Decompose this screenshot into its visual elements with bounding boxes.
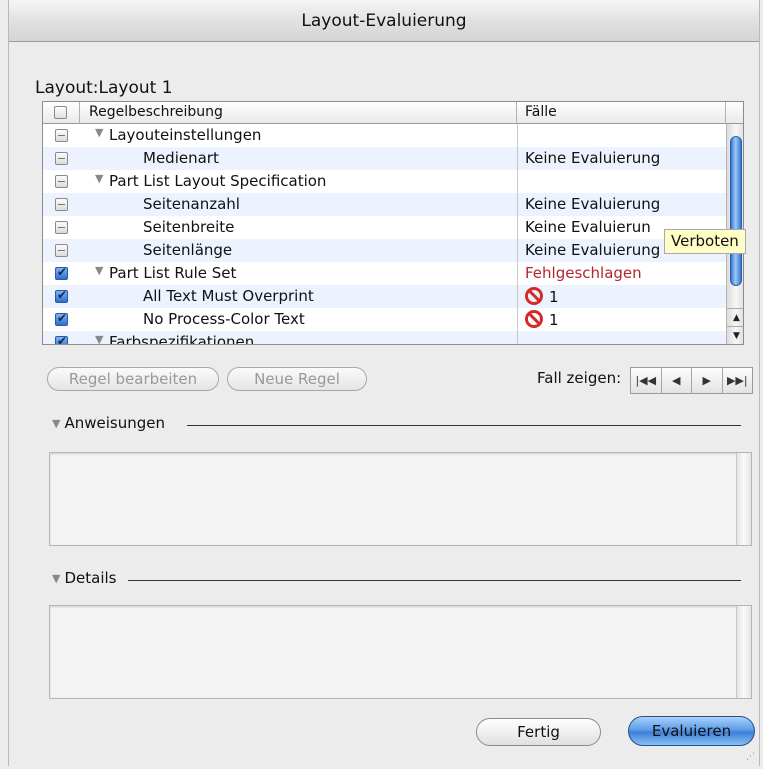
case-count: Keine Evaluierung <box>525 241 660 259</box>
case-count-value: Keine Evaluierung <box>525 241 661 259</box>
layout-evaluation-window: Layout-Evaluierung Layout:Layout 1 Regel… <box>8 0 760 766</box>
disclosure-triangle-icon[interactable]: ▼ <box>95 264 103 277</box>
disclosure-triangle-icon[interactable]: ▼ <box>95 126 103 139</box>
instructions-divider <box>187 425 741 426</box>
rule-description: Seitenbreite <box>143 218 235 236</box>
rule-description: All Text Must Overprint <box>143 287 314 305</box>
rule-description: Part List Rule Set <box>109 264 237 282</box>
first-icon[interactable]: |◀◀ <box>631 368 662 393</box>
header-description[interactable]: Regelbeschreibung <box>80 102 517 124</box>
resize-grip-icon[interactable]: ⋰ <box>746 752 755 762</box>
table-row[interactable]: ▼ Part List Rule Set Fehlgeschlagen <box>43 262 726 285</box>
disclosure-triangle-icon[interactable]: ▼ <box>52 417 60 430</box>
select-all-checkbox[interactable] <box>54 106 67 119</box>
case-count-value: Keine Evaluierung <box>525 195 661 213</box>
prohibited-icon <box>525 310 543 328</box>
instructions-heading: Anweisungen <box>64 414 165 432</box>
table-row[interactable]: ▼ Layouteinstellungen <box>43 124 726 147</box>
case-count: Keine Evaluierun <box>525 218 651 236</box>
scroll-up-arrow-icon[interactable]: ▲ <box>727 308 743 326</box>
case-count: Keine Evaluierung <box>525 195 660 213</box>
window-title: Layout-Evaluierung <box>301 10 467 31</box>
table-row[interactable]: All Text Must Overprint 1 <box>43 285 726 308</box>
table-row[interactable]: Seitenbreite Keine Evaluierun <box>43 216 726 239</box>
done-button[interactable]: Fertig <box>476 718 601 746</box>
rule-description: Medienart <box>143 149 219 167</box>
last-icon[interactable]: ▶▶| <box>723 368 753 393</box>
next-icon[interactable]: ▶ <box>692 368 723 393</box>
disclosure-triangle-icon[interactable]: ▼ <box>95 172 103 185</box>
title-bar: Layout-Evaluierung <box>9 0 759 42</box>
case-count: Keine Evaluierung <box>525 149 660 167</box>
rule-description: No Process-Color Text <box>143 310 305 328</box>
scrollbar-thumb[interactable] <box>730 136 742 286</box>
rule-checkbox[interactable] <box>55 311 68 326</box>
table-rows: ▼ Layouteinstellungen Medienart Keine Evalu… <box>43 124 726 344</box>
rule-checkbox[interactable] <box>55 198 68 211</box>
disclosure-triangle-icon[interactable]: ▼ <box>52 572 60 585</box>
rule-checkbox[interactable] <box>55 129 68 142</box>
disclosure-triangle-icon[interactable]: ▼ <box>95 333 103 344</box>
scroll-down-arrow-icon[interactable]: ▼ <box>727 326 743 344</box>
table-row[interactable]: No Process-Color Text 1 <box>43 308 726 331</box>
evaluate-button[interactable]: Evaluieren <box>628 716 755 746</box>
rule-checkbox[interactable] <box>55 244 68 257</box>
details-scrollbar[interactable] <box>736 606 751 698</box>
rule-description: Seitenlänge <box>143 241 233 259</box>
table-row[interactable]: Seitenlänge Keine Evaluierung <box>43 239 726 262</box>
instructions-scrollbar[interactable] <box>736 453 751 545</box>
case-count-value: 1 <box>549 311 559 329</box>
case-count: Fehlgeschlagen <box>525 264 642 282</box>
rule-checkbox[interactable] <box>55 334 68 344</box>
details-toggle[interactable]: ▼ Details <box>52 569 116 587</box>
header-corner <box>726 102 743 124</box>
rule-checkbox[interactable] <box>55 221 68 234</box>
table-row[interactable]: ▼ Part List Layout Specification <box>43 170 726 193</box>
rules-table: Regelbeschreibung Fälle ▼ Layouteinstellu… <box>42 101 744 345</box>
layout-label: Layout:Layout 1 <box>35 78 173 98</box>
table-header: Regelbeschreibung Fälle <box>43 102 743 124</box>
rule-checkbox[interactable] <box>55 175 68 188</box>
rule-description: Layouteinstellungen <box>109 126 262 144</box>
details-divider <box>128 580 741 581</box>
previous-icon[interactable]: ◀ <box>662 368 692 393</box>
case-count-value: Keine Evaluierun <box>525 218 651 236</box>
column-divider <box>517 124 518 344</box>
table-row[interactable]: Medienart Keine Evaluierung <box>43 147 726 170</box>
new-rule-button[interactable]: Neue Regel <box>227 367 367 391</box>
rule-checkbox[interactable] <box>55 152 68 165</box>
table-row[interactable]: Seitenanzahl Keine Evaluierung <box>43 193 726 216</box>
show-case-label: Fall zeigen: <box>537 369 622 387</box>
rule-checkbox[interactable] <box>55 265 68 280</box>
case-count-value: Keine Evaluierung <box>525 149 661 167</box>
case-navigation: |◀◀ ◀ ▶ ▶▶| <box>630 367 753 394</box>
case-count-value: 1 <box>549 288 559 306</box>
rule-checkbox[interactable] <box>55 288 68 303</box>
details-heading: Details <box>64 569 117 587</box>
prohibited-icon <box>525 287 543 305</box>
edit-rule-button[interactable]: Regel bearbeiten <box>47 367 219 391</box>
header-cases[interactable]: Fälle <box>517 102 726 124</box>
rule-description: Part List Layout Specification <box>109 172 327 190</box>
instructions-toggle[interactable]: ▼ Anweisungen <box>52 414 165 432</box>
rule-description: Farbspezifikationen <box>109 333 255 344</box>
instructions-textbox[interactable] <box>49 452 752 546</box>
case-count-value: Fehlgeschlagen <box>525 264 642 282</box>
details-textbox[interactable] <box>49 605 752 699</box>
table-row[interactable]: ▼ Farbspezifikationen <box>43 331 726 344</box>
header-select-all[interactable] <box>43 102 80 124</box>
rule-description: Seitenanzahl <box>143 195 240 213</box>
case-count: 1 <box>525 287 559 306</box>
case-count: 1 <box>525 310 559 329</box>
tooltip: Verboten <box>664 229 746 254</box>
